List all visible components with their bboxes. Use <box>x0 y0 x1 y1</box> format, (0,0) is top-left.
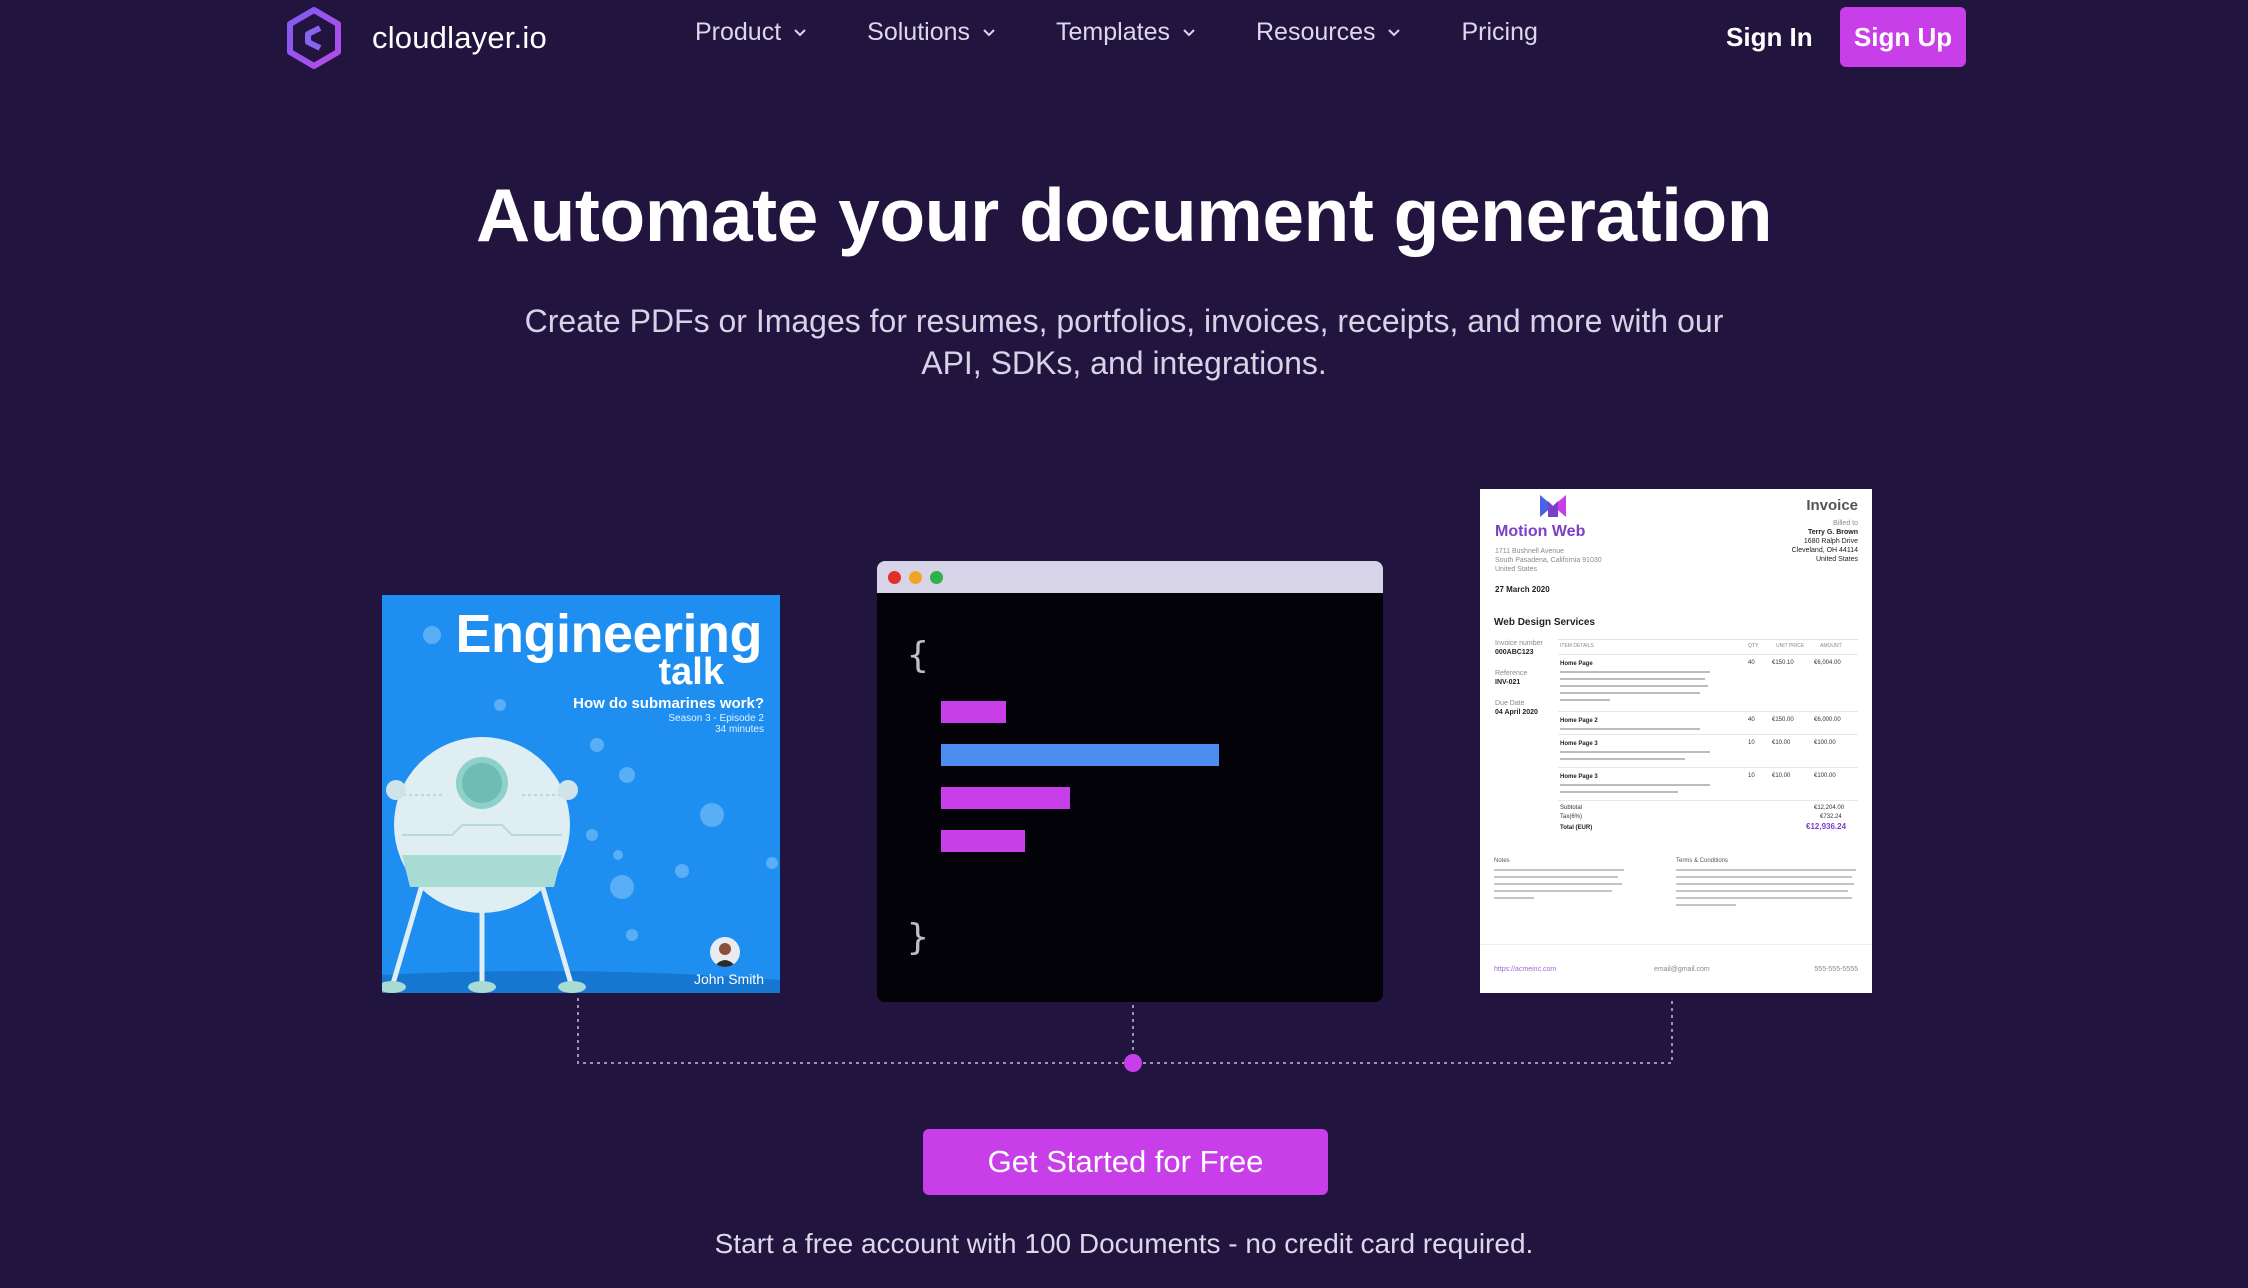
row-amount: €6,004.00 <box>1814 660 1841 666</box>
row-item: Home Page 3 <box>1560 741 1598 747</box>
invoice-preview: Motion Web Invoice 1711 Bushnell Avenue … <box>1480 489 1872 993</box>
row-price: €150.00 <box>1772 717 1794 723</box>
code-window: { } <box>877 561 1383 1002</box>
code-line <box>941 787 1070 809</box>
close-brace: } <box>907 917 929 958</box>
invoice-meta: Invoice number 000ABC123 Reference INV-0… <box>1495 639 1543 717</box>
notes-lines <box>1494 869 1624 899</box>
footer-url: https://acmeinc.com <box>1494 966 1557 973</box>
footer-phone: 555-555-5555 <box>1814 966 1858 973</box>
col-header: UNIT PRICE <box>1776 643 1805 649</box>
row-qty: 10 <box>1748 740 1755 746</box>
invoice-table: ITEM DETAILS QTY UNIT PRICE AMOUNT Home … <box>1558 639 1858 835</box>
table-row: Home Page 3 10 €10.00 €100.00 <box>1558 735 1858 768</box>
image-author: John Smith <box>693 971 764 987</box>
row-price: €10.00 <box>1772 740 1791 746</box>
total-value: €12,936.24 <box>1806 822 1847 831</box>
row-qty: 40 <box>1748 660 1755 666</box>
person-icon <box>714 943 736 967</box>
minimize-dot-icon <box>909 571 922 584</box>
row-price: €10.00 <box>1772 773 1791 779</box>
billed-country: United States <box>1815 556 1858 563</box>
col-header: QTY <box>1748 643 1759 649</box>
col-header: AMOUNT <box>1820 643 1842 649</box>
lorem-lines <box>1560 671 1710 701</box>
row-amount: €100.00 <box>1814 740 1836 746</box>
table-header: ITEM DETAILS QTY UNIT PRICE AMOUNT <box>1558 640 1858 655</box>
image-question: How do submarines work? <box>573 695 764 712</box>
invoice-address: 1711 Bushnell Avenue South Pasadena, Cal… <box>1495 547 1602 574</box>
open-brace: { <box>907 635 929 676</box>
code-line <box>941 701 1006 723</box>
col-header: ITEM DETAILS <box>1560 643 1594 649</box>
row-amount: €100.00 <box>1814 773 1836 779</box>
lorem-lines <box>1560 751 1710 760</box>
meta-value: 000ABC123 <box>1495 649 1534 656</box>
code-line <box>941 744 1219 766</box>
terms-lines <box>1676 869 1856 906</box>
row-amount: €6,000.00 <box>1814 717 1841 723</box>
total-label: Total (EUR) <box>1560 825 1593 831</box>
invoice-heading: Invoice <box>1806 497 1858 514</box>
row-item: Home Page <box>1560 661 1593 667</box>
meta-value: INV-021 <box>1495 679 1521 686</box>
row-qty: 40 <box>1748 717 1755 723</box>
window-titlebar <box>877 561 1383 593</box>
row-qty: 10 <box>1748 773 1755 779</box>
meta-label: Due Date <box>1495 700 1525 707</box>
row-price: €150.10 <box>1772 660 1794 666</box>
company-logo-icon <box>1540 495 1566 517</box>
image-episode: Season 3 - Episode 2 34 minutes <box>668 713 764 735</box>
get-started-button[interactable]: Get Started for Free <box>923 1129 1328 1195</box>
billed-to: Billed to Terry G. Brown 1680 Ralph Driv… <box>1792 519 1858 564</box>
invoice-totals: Subtotal €12,204.00 Tax(6%) €732.24 Tota… <box>1558 801 1858 835</box>
image-duration: 34 minutes <box>715 724 764 735</box>
image-episode-text: Season 3 - Episode 2 <box>668 713 764 724</box>
code-line <box>941 830 1025 852</box>
meta-label: Reference <box>1495 670 1528 677</box>
address-line: 1711 Bushnell Avenue <box>1495 548 1565 555</box>
invoice-footer: https://acmeinc.com email@gmail.com 555-… <box>1480 944 1872 993</box>
meta-label: Invoice number <box>1495 640 1543 647</box>
lorem-lines <box>1560 728 1700 730</box>
tax-value: €732.24 <box>1820 814 1842 820</box>
billed-address: 1680 Ralph Drive <box>1803 538 1858 545</box>
notes-label: Notes <box>1494 858 1510 864</box>
image-title-2: talk <box>658 651 724 693</box>
invoice-date: 27 March 2020 <box>1495 585 1550 594</box>
example-image-card: Engineering talk How do submarines work?… <box>382 595 780 993</box>
table-row: Home Page 2 40 €150.00 €6,000.00 <box>1558 712 1858 735</box>
cta-note: Start a free account with 100 Documents … <box>714 1228 1534 1259</box>
terms-label: Terms & Conditions <box>1676 858 1729 864</box>
tax-label: Tax(6%) <box>1560 814 1583 820</box>
connector-dot <box>1124 1054 1142 1072</box>
billed-name: Terry G. Brown <box>1807 529 1858 536</box>
footer-email: email@gmail.com <box>1654 966 1710 973</box>
avatar <box>710 937 740 967</box>
meta-value: 04 April 2020 <box>1495 709 1538 716</box>
close-dot-icon <box>888 571 901 584</box>
address-line: South Pasadena, California 91030 <box>1495 557 1602 564</box>
billed-address: Cleveland, OH 44114 <box>1791 547 1858 554</box>
subtotal-value: €12,204.00 <box>1814 805 1845 811</box>
subtotal-label: Subtotal <box>1560 805 1583 811</box>
invoice-company: Motion Web <box>1495 523 1586 540</box>
table-row: Home Page 40 €150.10 €6,004.00 <box>1558 655 1858 712</box>
lorem-lines <box>1560 784 1710 793</box>
maximize-dot-icon <box>930 571 943 584</box>
address-line: United States <box>1495 566 1538 573</box>
table-row: Home Page 3 10 €10.00 €100.00 <box>1558 768 1858 801</box>
row-item: Home Page 2 <box>1560 718 1598 724</box>
row-item: Home Page 3 <box>1560 774 1598 780</box>
invoice-section-title: Web Design Services <box>1494 617 1595 628</box>
billed-label: Billed to <box>1833 520 1858 527</box>
